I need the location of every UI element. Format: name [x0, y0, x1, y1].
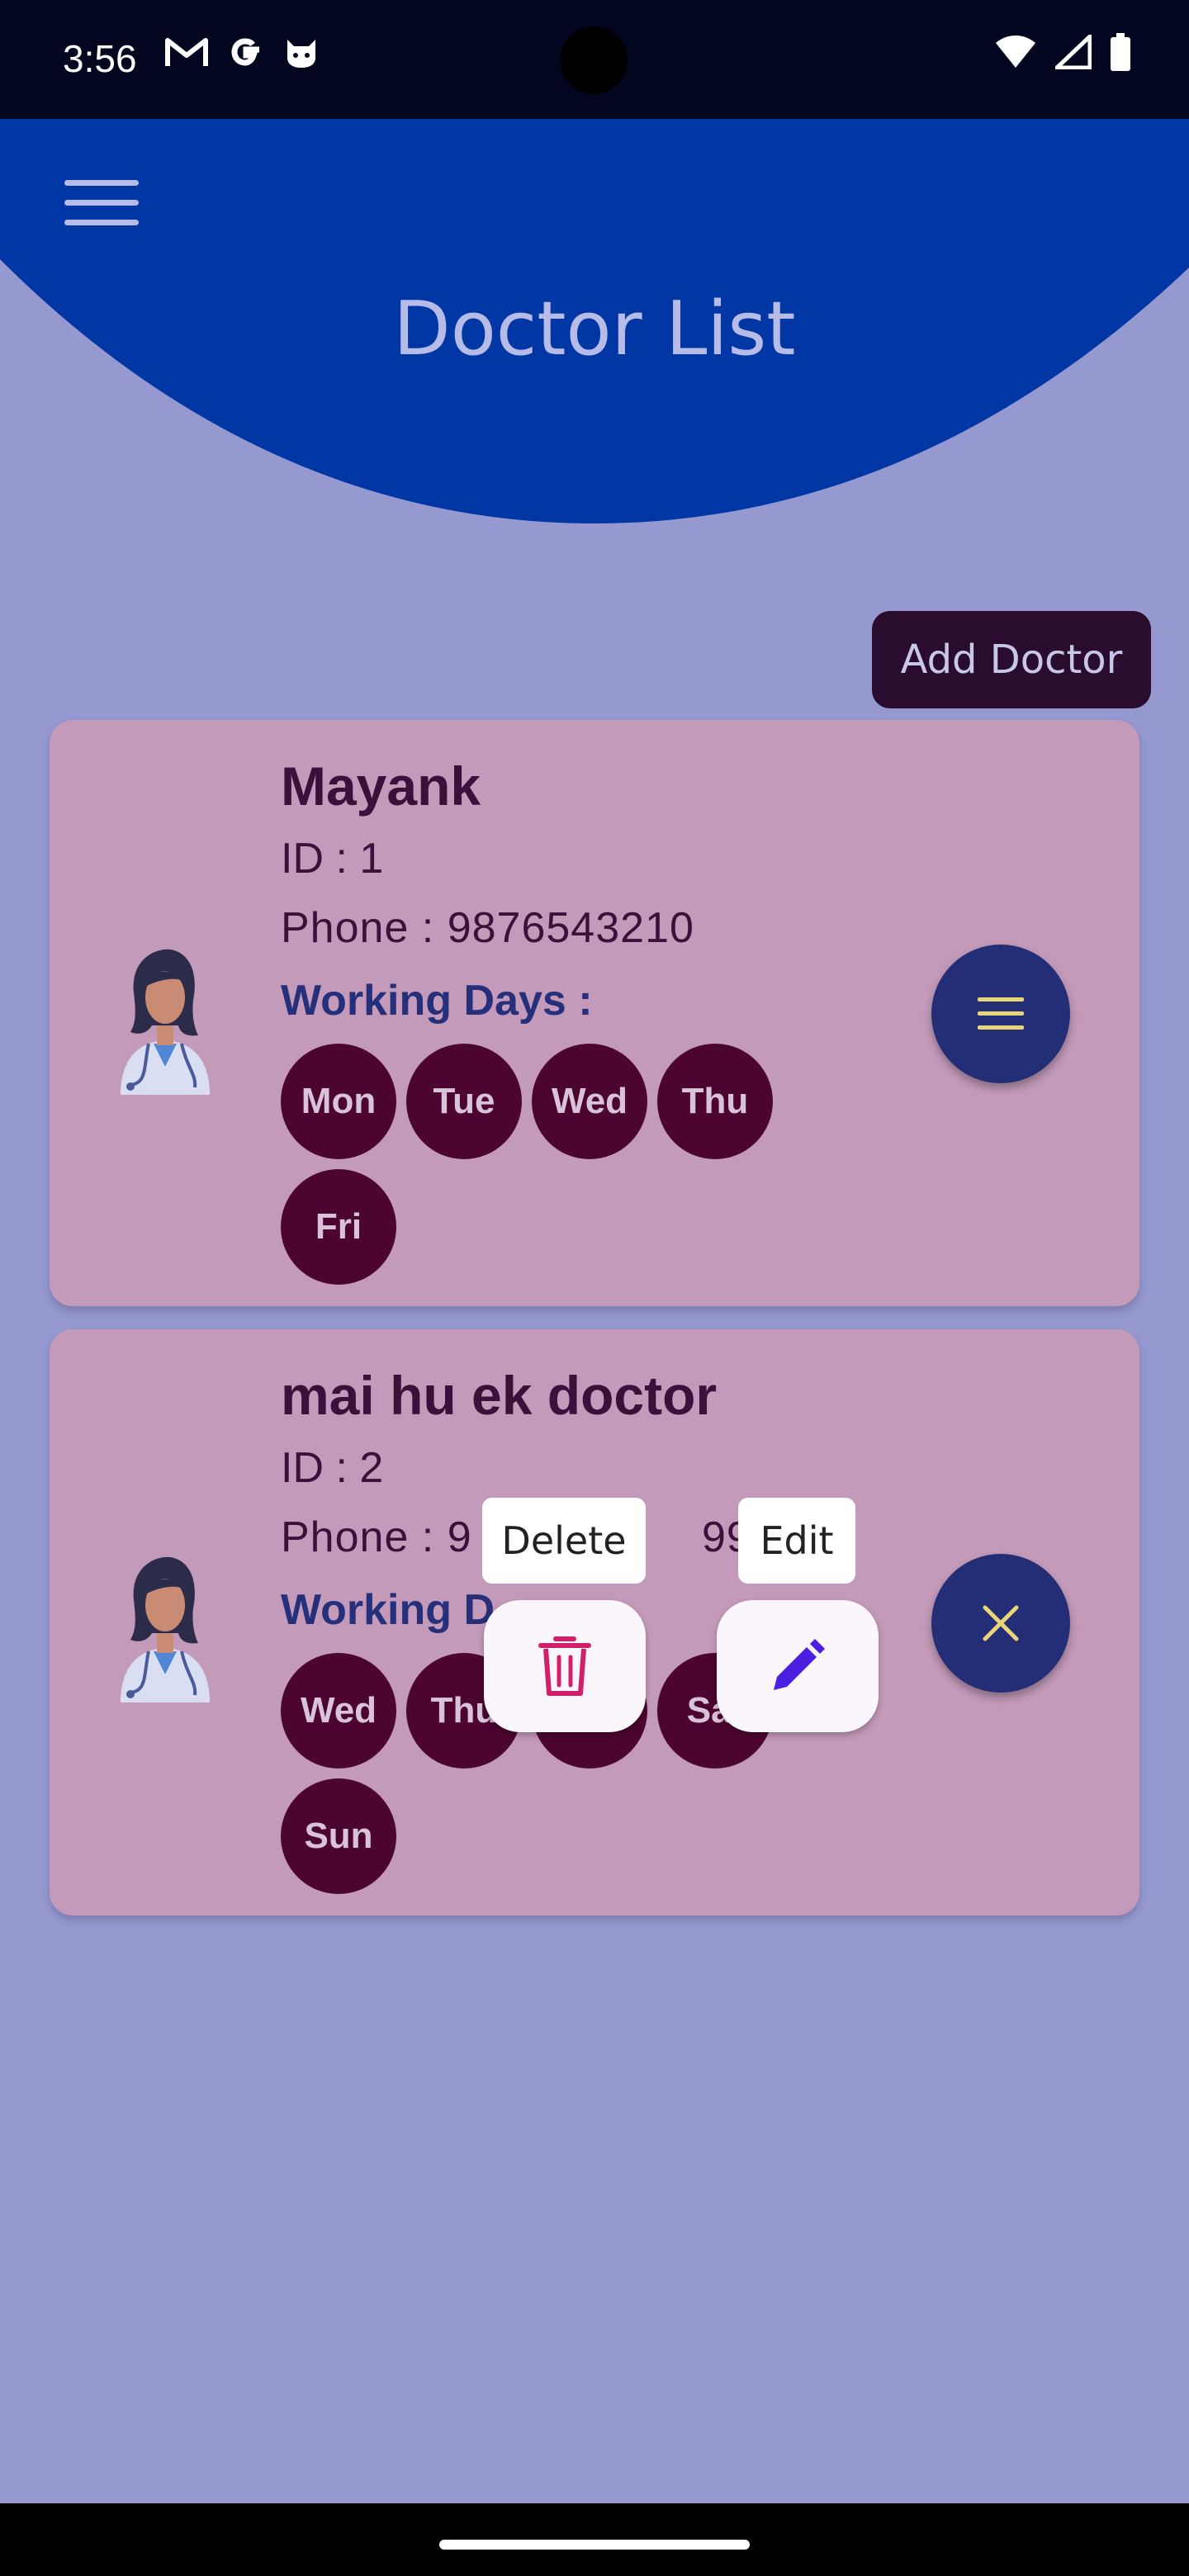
- add-doctor-button[interactable]: Add Doctor: [872, 611, 1151, 708]
- page-title: Doctor List: [393, 286, 796, 372]
- doctor-card: Mayank ID : 1 Phone : 9876543210 Working…: [50, 720, 1139, 1306]
- close-options-button[interactable]: [931, 1554, 1070, 1693]
- gmail-icon: [165, 38, 208, 66]
- day-chip: Fri: [281, 1169, 396, 1285]
- doctor-name: mai hu ek doctor: [281, 1365, 718, 1426]
- camera-cutout: [560, 26, 628, 94]
- day-chip: Wed: [532, 1044, 647, 1159]
- trash-icon: [538, 1636, 591, 1696]
- doctor-phone: Phone : 9 999: [281, 1513, 775, 1562]
- doctor-id: ID : 1: [281, 835, 384, 883]
- working-days-label: Working Days :: [281, 977, 593, 1025]
- status-time: 3:56: [63, 37, 137, 80]
- edit-label[interactable]: Edit: [738, 1498, 855, 1584]
- home-gesture-handle[interactable]: [439, 2540, 750, 2550]
- doctor-avatar-icon: [121, 1556, 210, 1702]
- doctor-phone: Phone : 9876543210: [281, 904, 694, 952]
- day-chip: Tue: [406, 1044, 522, 1159]
- working-days-list: Mon Tue Wed Thu Fri: [281, 1044, 793, 1285]
- day-chip: Mon: [281, 1044, 396, 1159]
- doctor-phone-prefix: Phone : 9: [281, 1513, 472, 1561]
- notification-icons: [165, 33, 320, 71]
- edit-button[interactable]: [717, 1600, 879, 1732]
- doctor-options-button[interactable]: [931, 945, 1070, 1083]
- close-icon: [983, 1605, 1019, 1641]
- delete-button[interactable]: [484, 1600, 646, 1732]
- signal-icon: [1055, 35, 1092, 69]
- menu-icon: [978, 997, 1024, 1030]
- doctor-name: Mayank: [281, 755, 481, 817]
- cat-icon: [287, 40, 315, 68]
- day-chip: Wed: [281, 1653, 396, 1769]
- day-chip: Thu: [657, 1044, 773, 1159]
- battery-icon: [1111, 33, 1130, 71]
- day-chip: Sun: [281, 1778, 396, 1894]
- google-icon: [231, 38, 259, 66]
- doctor-id: ID : 2: [281, 1444, 384, 1492]
- wifi-icon: [996, 36, 1035, 68]
- delete-label[interactable]: Delete: [482, 1498, 646, 1584]
- pencil-icon: [774, 1639, 825, 1690]
- doctor-avatar-icon: [121, 949, 210, 1095]
- working-days-label: Working D: [281, 1586, 495, 1634]
- status-bar: 3:56: [0, 0, 1189, 119]
- hamburger-menu-icon[interactable]: [64, 180, 139, 233]
- system-icons: [994, 33, 1131, 71]
